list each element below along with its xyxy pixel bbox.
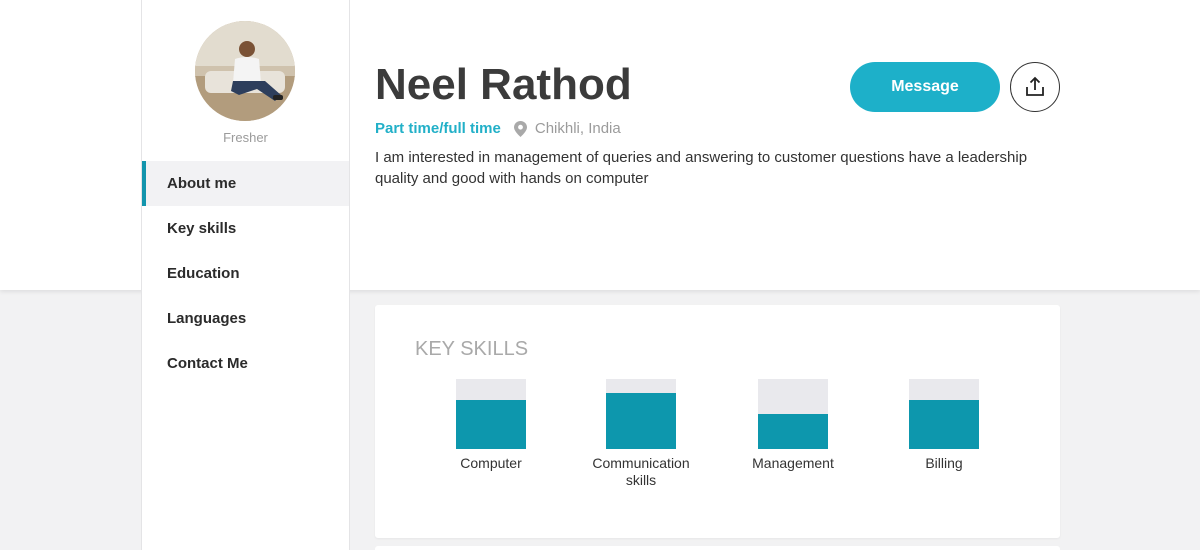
profile-name: Neel Rathod <box>375 60 632 109</box>
sidebar-item-languages[interactable]: Languages <box>142 296 349 341</box>
skill-label: Billing <box>925 455 963 471</box>
share-button[interactable] <box>1010 62 1060 112</box>
sidebar: Fresher About me Key skills Education La… <box>141 0 350 550</box>
message-button[interactable]: Message <box>850 62 1000 112</box>
skill-item-management: Management <box>733 379 853 472</box>
skill-bar-fill <box>758 414 828 449</box>
skill-item-billing: Billing <box>884 379 1004 472</box>
location-pin-icon <box>513 120 527 137</box>
sidebar-item-key-skills[interactable]: Key skills <box>142 206 349 251</box>
avatar <box>195 21 295 121</box>
location: Chikhli, India <box>534 120 621 137</box>
career-status: Fresher <box>223 130 268 145</box>
profile-meta: Part time/full time Chikhli, India <box>375 120 621 137</box>
job-type: Part time/full time <box>375 120 501 137</box>
sidebar-item-contact-me[interactable]: Contact Me <box>142 341 349 386</box>
skill-item-computer: Computer <box>431 379 551 472</box>
skill-bar-track <box>909 379 979 449</box>
skill-bar-track <box>758 379 828 449</box>
next-section-card <box>375 546 1060 550</box>
skill-bar-track <box>456 379 526 449</box>
skill-item-communication: Communication skills <box>581 379 701 489</box>
sidebar-item-education[interactable]: Education <box>142 251 349 296</box>
skill-label: Management <box>752 455 834 471</box>
skill-bar-fill <box>909 400 979 449</box>
skill-label: Computer <box>460 455 522 471</box>
sidebar-item-about-me[interactable]: About me <box>142 161 349 206</box>
sidebar-nav: About me Key skills Education Languages … <box>142 161 349 386</box>
skill-bar-fill <box>456 400 526 449</box>
profile-bio: I am interested in management of queries… <box>375 149 1028 187</box>
skill-label: Communication skills <box>592 455 690 488</box>
key-skills-card: KEY SKILLS Computer Communication skills… <box>375 305 1060 538</box>
skill-bar-track <box>606 379 676 449</box>
skill-bar-fill <box>606 393 676 449</box>
key-skills-title: KEY SKILLS <box>415 338 529 360</box>
share-icon <box>1026 76 1044 96</box>
profile-photo <box>195 21 295 121</box>
